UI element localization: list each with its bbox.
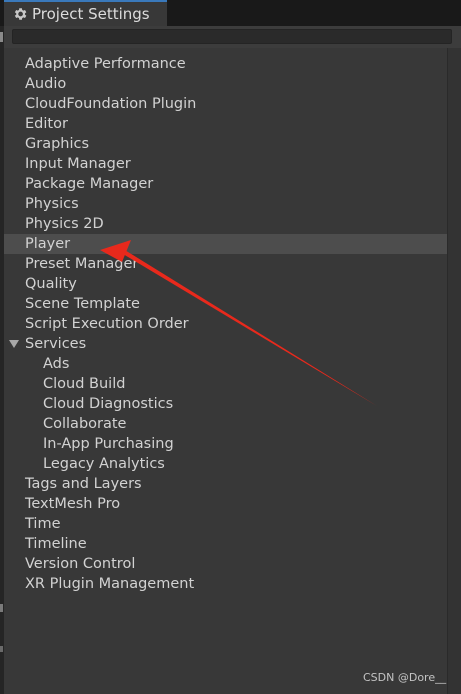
settings-list: Adaptive Performance Audio CloudFoundation… — [4, 54, 447, 594]
settings-item-textmesh-pro[interactable]: TextMesh Pro — [4, 494, 447, 514]
settings-item-label: In-App Purchasing — [43, 436, 174, 452]
settings-item-cloudfoundation-plugin[interactable]: CloudFoundation Plugin — [4, 94, 447, 114]
settings-item-label: XR Plugin Management — [25, 576, 195, 592]
settings-item-label: Graphics — [25, 136, 90, 152]
settings-item-label: Scene Template — [25, 296, 140, 312]
search-input[interactable] — [12, 29, 452, 44]
settings-item-label: Cloud Build — [43, 376, 126, 392]
settings-item-player[interactable]: Player — [4, 234, 447, 254]
settings-item-cloud-build[interactable]: Cloud Build — [4, 374, 447, 394]
settings-item-package-manager[interactable]: Package Manager — [4, 174, 447, 194]
tab-project-settings[interactable]: Project Settings — [4, 0, 167, 26]
settings-item-label: Ads — [43, 356, 70, 372]
settings-item-label: Package Manager — [25, 176, 154, 192]
settings-item-input-manager[interactable]: Input Manager — [4, 154, 447, 174]
settings-item-physics-2d[interactable]: Physics 2D — [4, 214, 447, 234]
settings-item-label: Legacy Analytics — [43, 456, 165, 472]
tab-strip: Project Settings — [0, 0, 461, 26]
settings-item-label: Physics — [25, 196, 79, 212]
settings-item-label: Editor — [25, 116, 68, 132]
settings-item-label: Timeline — [25, 536, 87, 552]
settings-item-label: TextMesh Pro — [25, 496, 121, 512]
settings-item-graphics[interactable]: Graphics — [4, 134, 447, 154]
edge-mark — [0, 646, 3, 652]
settings-list-panel: Adaptive Performance Audio CloudFoundation… — [4, 48, 447, 694]
settings-item-label: Audio — [25, 76, 67, 92]
settings-item-label: Quality — [25, 276, 77, 292]
settings-item-label: Time — [25, 516, 61, 532]
settings-item-cloud-diagnostics[interactable]: Cloud Diagnostics — [4, 394, 447, 414]
settings-item-time[interactable]: Time — [4, 514, 447, 534]
settings-item-label: Collaborate — [43, 416, 127, 432]
settings-item-adaptive-performance[interactable]: Adaptive Performance — [4, 54, 447, 74]
watermark: CSDN @Dore__ — [363, 671, 447, 684]
settings-item-label: Input Manager — [25, 156, 131, 172]
settings-item-label: Cloud Diagnostics — [43, 396, 174, 412]
edge-mark — [0, 32, 3, 42]
settings-item-label: Version Control — [25, 556, 136, 572]
settings-item-collaborate[interactable]: Collaborate — [4, 414, 447, 434]
settings-item-preset-manager[interactable]: Preset Manager — [4, 254, 447, 274]
settings-toolbar — [4, 26, 461, 49]
settings-item-script-execution-order[interactable]: Script Execution Order — [4, 314, 447, 334]
edge-mark — [0, 604, 3, 612]
gear-icon — [14, 8, 27, 20]
settings-item-ads[interactable]: Ads — [4, 354, 447, 374]
vertical-scrollbar[interactable] — [447, 48, 461, 694]
settings-item-label: Physics 2D — [25, 216, 104, 232]
settings-item-editor[interactable]: Editor — [4, 114, 447, 134]
settings-item-legacy-analytics[interactable]: Legacy Analytics — [4, 454, 447, 474]
settings-item-quality[interactable]: Quality — [4, 274, 447, 294]
settings-item-label: Preset Manager — [25, 256, 139, 272]
settings-item-in-app-purchasing[interactable]: In-App Purchasing — [4, 434, 447, 454]
tab-title: Project Settings — [32, 5, 150, 23]
settings-item-label: Adaptive Performance — [25, 56, 186, 72]
settings-item-tags-and-layers[interactable]: Tags and Layers — [4, 474, 447, 494]
project-settings-window: Project Settings Adaptive Performance Aud… — [0, 0, 461, 694]
settings-item-physics[interactable]: Physics — [4, 194, 447, 214]
settings-item-audio[interactable]: Audio — [4, 74, 447, 94]
settings-item-label: Script Execution Order — [25, 316, 189, 332]
settings-item-label: Player — [25, 236, 71, 252]
settings-item-label: Tags and Layers — [25, 476, 142, 492]
settings-item-version-control[interactable]: Version Control — [4, 554, 447, 574]
settings-item-label: CloudFoundation Plugin — [25, 96, 197, 112]
settings-item-scene-template[interactable]: Scene Template — [4, 294, 447, 314]
settings-item-services[interactable]: Services — [4, 334, 447, 354]
settings-item-timeline[interactable]: Timeline — [4, 534, 447, 554]
settings-item-label: Services — [25, 336, 87, 352]
foldout-expanded-icon[interactable] — [9, 340, 19, 348]
settings-item-xr-plugin-management[interactable]: XR Plugin Management — [4, 574, 447, 594]
